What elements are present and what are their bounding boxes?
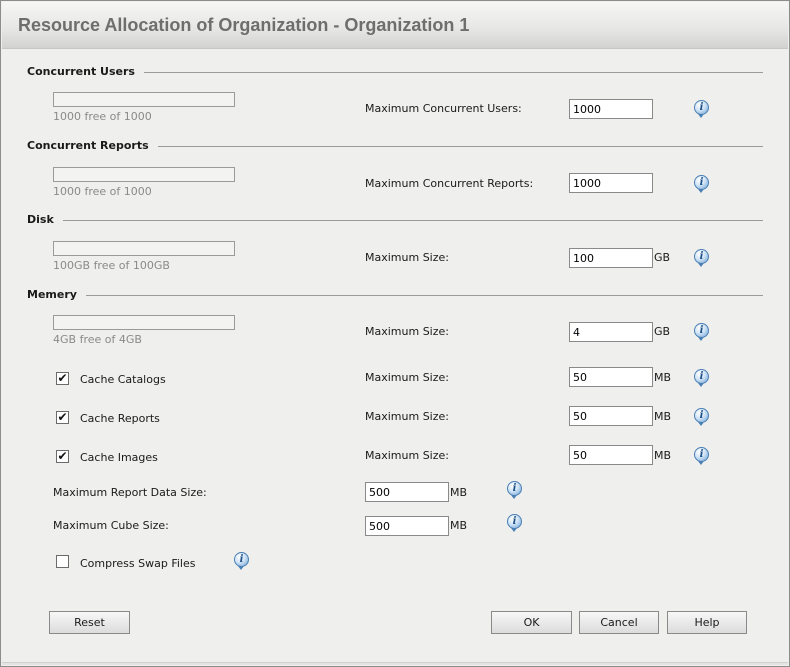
cache-images-size-label: Maximum Size: [365,449,449,462]
memory-max-size-label: Maximum Size: [365,325,449,338]
memory-free-text: 4GB free of 4GB [53,333,142,346]
cache-catalogs-size-label: Maximum Size: [365,371,449,384]
section-disk: Disk [27,213,763,227]
section-concurrent-users: Concurrent Users [27,65,763,79]
max-cube-size-input[interactable] [365,516,449,536]
info-icon[interactable]: i [694,175,709,193]
max-concurrent-users-input[interactable] [569,99,653,119]
max-cube-size-unit: MB [450,519,468,532]
section-title: Memery [27,288,86,302]
cache-reports-size-label: Maximum Size: [365,410,449,423]
max-report-data-size-input[interactable] [365,482,449,502]
ok-button[interactable]: OK [491,611,572,634]
max-concurrent-users-label: Maximum Concurrent Users: [365,102,522,115]
cache-reports-checkbox[interactable]: ✔ [56,411,69,424]
disk-free-text: 100GB free of 100GB [53,259,170,272]
cache-catalogs-checkbox[interactable]: ✔ [56,372,69,385]
max-concurrent-reports-label: Maximum Concurrent Reports: [365,177,534,190]
info-icon[interactable]: i [694,447,709,465]
memory-usage-bar [53,315,235,330]
help-button[interactable]: Help [667,611,747,634]
info-icon[interactable]: i [694,249,709,267]
max-report-data-size-unit: MB [450,486,468,499]
disk-unit: GB [654,251,671,264]
section-title: Concurrent Reports [27,139,158,153]
dialog-bottom-edge [2,662,788,665]
concurrent-reports-free-text: 1000 free of 1000 [53,185,152,198]
disk-usage-bar [53,241,235,256]
section-divider [27,220,763,221]
cache-reports-label: Cache Reports [80,412,160,425]
info-icon[interactable]: i [694,323,709,341]
cache-reports-size-input[interactable] [569,406,653,426]
cache-reports-unit: MB [654,410,672,423]
cache-catalogs-unit: MB [654,371,672,384]
cache-catalogs-size-input[interactable] [569,367,653,387]
compress-swap-files-checkbox[interactable] [56,555,69,568]
cache-images-label: Cache Images [80,451,158,464]
reset-button[interactable]: Reset [49,611,130,634]
concurrent-users-usage-bar [53,92,235,107]
section-memory: Memery [27,288,763,302]
dialog-title: Resource Allocation of Organization - Or… [18,15,470,35]
info-icon[interactable]: i [507,514,522,532]
memory-unit: GB [654,325,671,338]
concurrent-users-free-text: 1000 free of 1000 [53,110,152,123]
info-icon[interactable]: i [694,100,709,118]
section-title: Disk [27,213,63,227]
disk-max-size-label: Maximum Size: [365,251,449,264]
resource-allocation-dialog: Resource Allocation of Organization - Or… [0,0,790,667]
info-icon[interactable]: i [507,481,522,499]
cache-images-unit: MB [654,449,672,462]
info-icon[interactable]: i [694,369,709,387]
max-report-data-size-label: Maximum Report Data Size: [53,486,207,499]
info-icon[interactable]: i [234,552,249,570]
cancel-button[interactable]: Cancel [579,611,659,634]
concurrent-reports-usage-bar [53,167,235,182]
section-concurrent-reports: Concurrent Reports [27,139,763,153]
info-icon[interactable]: i [694,408,709,426]
memory-max-size-input[interactable] [569,322,653,342]
max-cube-size-label: Maximum Cube Size: [53,519,169,532]
cache-images-size-input[interactable] [569,445,653,465]
cache-images-checkbox[interactable]: ✔ [56,450,69,463]
section-title: Concurrent Users [27,65,144,79]
section-divider [27,295,763,296]
cache-catalogs-label: Cache Catalogs [80,373,166,386]
compress-swap-files-label: Compress Swap Files [80,557,196,570]
max-concurrent-reports-input[interactable] [569,173,653,193]
dialog-titlebar: Resource Allocation of Organization - Or… [2,2,788,49]
disk-max-size-input[interactable] [569,248,653,268]
